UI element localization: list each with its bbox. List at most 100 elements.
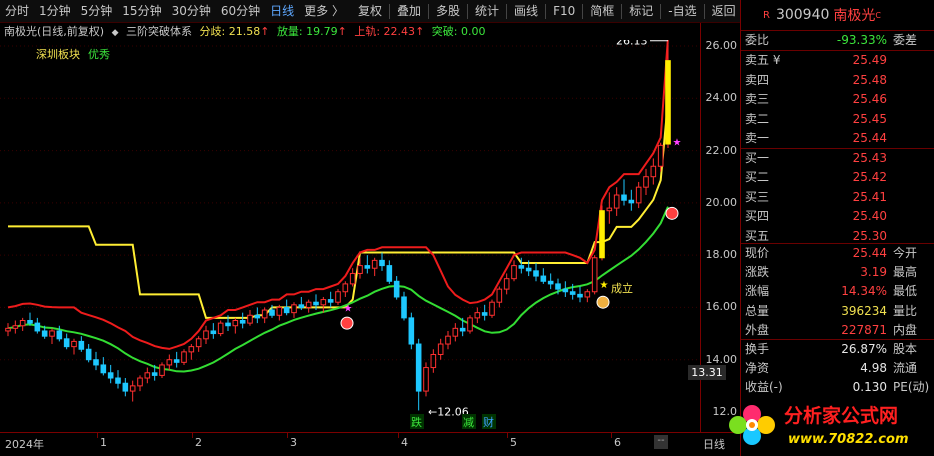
candle-body <box>415 343 422 392</box>
event-badge: 跌 <box>411 415 422 429</box>
logo-svg: 分析家公式网 www.70822.com <box>729 404 909 447</box>
quote-value: 25.40 <box>852 209 887 224</box>
toolbar: 分时 1分钟 5分钟 15分钟 30分钟 60分钟 日线 更多 〉 复权 叠加 多股 统计 画线 F10… <box>0 0 740 23</box>
candle-body <box>247 314 253 324</box>
quote-value: 25.46 <box>852 92 887 107</box>
time-axis: -- 日线 2024年 1 2 3 4 5 6 <box>0 432 740 456</box>
period-tab[interactable]: 更多 〉 <box>299 0 349 23</box>
candle-body <box>41 330 48 337</box>
quote-label: 现价 <box>745 246 770 260</box>
candle-body <box>276 306 283 316</box>
logo-title: 分析家公式网 <box>784 404 898 427</box>
stock-code: 300940 <box>775 7 830 23</box>
candle-body <box>305 301 312 308</box>
quote-value: 227871 <box>841 322 887 337</box>
price-tick: 20.00 <box>705 195 738 209</box>
candle-body <box>56 330 63 340</box>
toolbar-divider <box>428 3 430 19</box>
indicator-diamond-icon[interactable]: ◆ <box>112 28 119 38</box>
time-tick-mark <box>398 433 399 438</box>
quote-label: 卖一 <box>745 131 770 146</box>
quote-label: 买四 <box>745 209 770 224</box>
candle-body <box>137 377 143 387</box>
period-tab[interactable]: 分时 <box>0 0 34 23</box>
period-tab[interactable]: 15分钟 <box>117 0 166 23</box>
weibi-row: 委比 -93.33% 委差 <box>741 31 934 50</box>
quote-label-2: 今开 <box>893 246 918 260</box>
candle-body <box>210 330 217 335</box>
candle-body <box>562 288 569 293</box>
candle-body <box>547 280 554 285</box>
indicator-name[interactable]: 三阶突破体系 <box>126 25 192 38</box>
candle-body <box>239 320 246 324</box>
time-tick: 6 <box>614 436 621 449</box>
candle-body <box>555 283 561 290</box>
quote-value: 25.48 <box>852 72 887 87</box>
candle-body <box>85 348 92 361</box>
toolbar-button[interactable]: -自选 <box>663 0 701 23</box>
toolbar-button[interactable]: 多股 <box>431 0 465 23</box>
toolbar-divider <box>582 3 584 19</box>
up-arrow-icon: ↑ <box>260 25 270 38</box>
toolbar-button[interactable]: 叠加 <box>392 0 426 23</box>
toolbar-button[interactable]: 标记 <box>624 0 658 23</box>
bid-row: 买二 25.42 <box>741 168 934 187</box>
quote-label: 净资 <box>745 361 770 375</box>
chengli-label: 成立 <box>611 281 633 295</box>
time-tick: 3 <box>290 436 297 449</box>
quote-value: 396234 <box>841 303 887 318</box>
quote-value: 25.49 <box>852 53 887 67</box>
price-tick: 18.00 <box>705 248 738 262</box>
toolbar-button[interactable]: 画线 <box>509 0 543 23</box>
time-axis-end-button[interactable]: -- <box>654 435 668 449</box>
star-icon: ★ <box>344 303 353 314</box>
toolbar-button[interactable]: 统计 <box>470 0 504 23</box>
period-tab[interactable]: 30分钟 <box>167 0 216 23</box>
candle-body <box>599 210 605 259</box>
candle-body <box>613 194 620 209</box>
toolbar-button[interactable]: F10 <box>548 0 580 23</box>
quote-label: 卖五 ¥ <box>745 53 781 67</box>
quote-value: 25.43 <box>852 151 887 165</box>
stock-name-sup: C <box>875 10 881 20</box>
candle-body <box>298 304 305 308</box>
time-tick-mark <box>287 433 288 438</box>
candle-body <box>445 335 451 345</box>
quote-label: 买三 <box>745 189 770 204</box>
time-tick-mark <box>192 433 193 438</box>
toolbar-button[interactable]: 返回 <box>707 0 741 23</box>
quote-label: 卖四 <box>745 72 770 87</box>
toolbar-divider <box>660 3 662 19</box>
event-badge: 财 <box>483 415 494 429</box>
candle-body <box>628 199 635 204</box>
green-lower-band <box>7 206 669 373</box>
bid-row: 买三 25.41 <box>741 188 934 207</box>
quote-label: 收益(-) <box>745 380 783 394</box>
candle-body <box>503 278 510 290</box>
stat-row: 涨幅 14.34% 最低 <box>741 282 934 301</box>
candle-body <box>225 322 231 327</box>
stock-name: 南极光 <box>833 8 876 24</box>
star-icon: ★ <box>600 280 609 291</box>
quote-value: 25.41 <box>852 189 887 204</box>
quote-label-2: 流通 <box>893 361 918 375</box>
candle-body <box>408 317 415 345</box>
period-tab[interactable]: 日线 <box>265 0 299 23</box>
candle-body <box>459 327 466 332</box>
period-tab[interactable]: 1分钟 <box>34 0 76 23</box>
period-tab[interactable]: 5分钟 <box>76 0 118 23</box>
logo-url: www.70822.com <box>788 432 909 447</box>
quote-label-2: 最低 <box>893 284 918 299</box>
yellow-line <box>8 100 669 319</box>
kline-svg[interactable]: ★★★深圳板块 优秀26.13←12.06成立跌减财 <box>0 40 700 432</box>
candle-body <box>452 327 459 337</box>
quote-label: 卖三 <box>745 92 770 107</box>
ask-row: 卖三 25.46 <box>741 90 934 109</box>
toolbar-button[interactable]: 复权 <box>353 0 387 23</box>
toolbar-button[interactable]: 简框 <box>585 0 619 23</box>
toolbar-divider <box>545 3 547 19</box>
candle-body <box>159 364 165 376</box>
money-bag-icon <box>596 295 610 309</box>
period-tab[interactable]: 60分钟 <box>216 0 265 23</box>
kline-chart[interactable]: ★ ★ ★ 深圳板块 优秀 26.13 ←12.06 成立跌减财 <box>0 40 700 432</box>
